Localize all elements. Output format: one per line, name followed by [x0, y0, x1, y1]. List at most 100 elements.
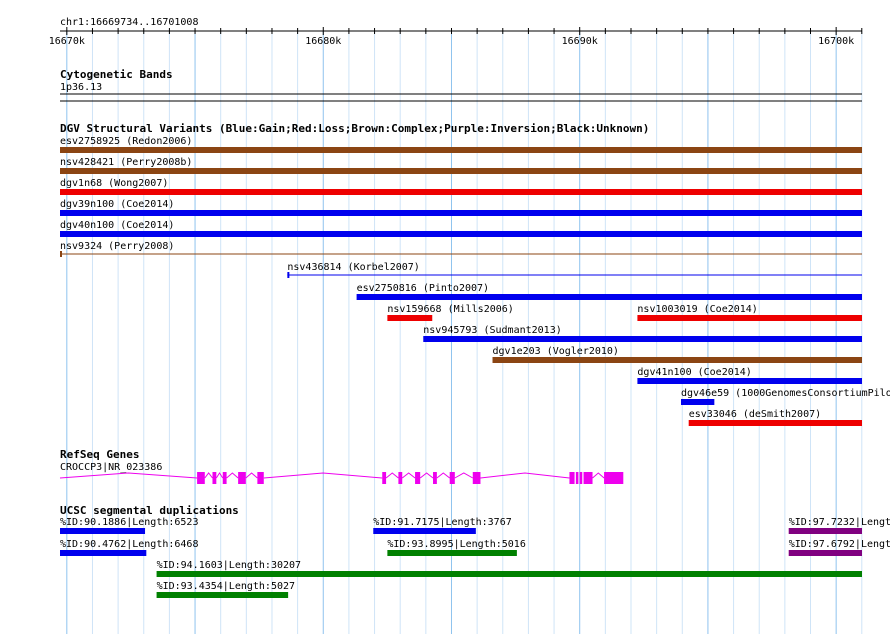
- segdup-feature-label: %ID:94.1603|Length:30207: [157, 560, 302, 571]
- segdup-feature-bar[interactable]: [156, 571, 863, 577]
- refseq-exon[interactable]: [257, 472, 264, 484]
- dgv-feature-bar[interactable]: [356, 294, 862, 300]
- ruler-location: chr1:16669734..16701008: [60, 17, 198, 28]
- refseq-exon[interactable]: [449, 472, 455, 484]
- segdup-feature-bar[interactable]: [156, 592, 289, 598]
- dgv-feature-bar[interactable]: [387, 315, 433, 321]
- dgv-track: DGV Structural Variants (Blue:Gain;Red:L…: [60, 122, 890, 426]
- dgv-feature[interactable]: dgv1n68 (Wong2007): [60, 178, 862, 195]
- dgv-feature[interactable]: esv2750816 (Pinto2007): [356, 283, 862, 300]
- dgv-track-title: DGV Structural Variants (Blue:Gain;Red:L…: [60, 122, 649, 135]
- refseq-intron: [59, 472, 198, 479]
- dgv-features: esv2758925 (Redon2006) nsv428421 (Perry20…: [60, 136, 890, 426]
- refseq-exon[interactable]: [604, 472, 624, 484]
- segdup-track: UCSC segmental duplications %ID:90.1886|…: [60, 504, 890, 598]
- segdup-feature[interactable]: %ID:90.4762|Length:6468: [60, 539, 198, 556]
- dgv-feature[interactable]: dgv41n100 (Coe2014): [637, 367, 862, 384]
- refseq-exon[interactable]: [238, 472, 246, 484]
- refseq-intron: [401, 472, 416, 479]
- refseq-gene-model[interactable]: [59, 472, 624, 484]
- refseq-exon[interactable]: [222, 472, 227, 484]
- segdup-feature-label: %ID:90.4762|Length:6468: [60, 539, 198, 550]
- segdup-feature-label: %ID:90.1886|Length:6523: [60, 517, 198, 528]
- dgv-feature-label: esv33046 (deSmith2007): [689, 409, 821, 420]
- dgv-feature-label: nsv945793 (Sudmant2013): [423, 325, 561, 336]
- refseq-exon[interactable]: [433, 472, 437, 484]
- dgv-feature-bar[interactable]: [681, 399, 715, 405]
- refseq-intron: [226, 472, 239, 479]
- dgv-feature-bar[interactable]: [60, 189, 862, 195]
- segdup-feature-label: %ID:93.4354|Length:5027: [157, 581, 295, 592]
- dgv-feature-label: nsv428421 (Perry2008b): [60, 157, 192, 168]
- refseq-exon[interactable]: [575, 472, 579, 484]
- refseq-intron: [480, 472, 570, 479]
- refseq-intron: [454, 472, 474, 479]
- dgv-feature-label: nsv1003019 (Coe2014): [637, 304, 757, 315]
- refseq-track: RefSeq Genes CROCCP3|NR_023386: [59, 448, 624, 484]
- dgv-feature-bar[interactable]: [60, 231, 862, 237]
- segdup-feature-bar[interactable]: [60, 528, 146, 534]
- dgv-feature[interactable]: nsv9324 (Perry2008): [60, 241, 862, 257]
- segdup-feature-label: %ID:97.7232|Length: [789, 517, 890, 528]
- refseq-exon[interactable]: [415, 472, 421, 484]
- segdup-feature[interactable]: %ID:97.7232|Length: [788, 517, 890, 534]
- dgv-feature[interactable]: dgv39n100 (Coe2014): [60, 199, 862, 216]
- dgv-feature-label: nsv436814 (Korbel2007): [287, 262, 419, 273]
- dgv-feature[interactable]: nsv436814 (Korbel2007): [287, 262, 862, 278]
- refseq-exon[interactable]: [472, 472, 481, 484]
- dgv-feature-bar[interactable]: [60, 210, 862, 216]
- segdup-feature[interactable]: %ID:90.1886|Length:6523: [60, 517, 198, 534]
- dgv-feature-bar[interactable]: [688, 420, 862, 426]
- ruler-tick-label: 16670k: [49, 36, 85, 47]
- segdup-feature[interactable]: %ID:91.7175|Length:3767: [373, 517, 512, 534]
- segdup-feature-bar[interactable]: [788, 528, 862, 534]
- dgv-feature[interactable]: nsv159668 (Mills2006): [387, 304, 514, 321]
- refseq-intron: [592, 472, 605, 479]
- ruler-track: chr1:16669734..16701008 16670k 16680k 1669…: [49, 17, 863, 47]
- dgv-feature[interactable]: dgv1e203 (Vogler2010): [492, 346, 862, 363]
- cytoband-track: Cytogenetic Bands 1p36.13: [60, 68, 862, 102]
- dgv-feature-bar[interactable]: [637, 315, 862, 321]
- dgv-feature-bar[interactable]: [637, 378, 862, 384]
- dgv-feature-marker: [287, 272, 290, 278]
- segdup-feature-bar[interactable]: [788, 550, 862, 556]
- dgv-feature-bar[interactable]: [60, 147, 862, 153]
- dgv-feature-bar[interactable]: [492, 357, 862, 363]
- refseq-exon[interactable]: [569, 472, 575, 484]
- dgv-feature[interactable]: dgv46e59 (1000GenomesConsortiumPilot: [681, 388, 890, 405]
- dgv-feature[interactable]: nsv945793 (Sudmant2013): [423, 325, 862, 342]
- refseq-exon[interactable]: [398, 472, 403, 484]
- segdup-feature[interactable]: %ID:97.6792|Length: [788, 539, 890, 556]
- dgv-feature[interactable]: nsv428421 (Perry2008b): [60, 157, 862, 174]
- refseq-exon[interactable]: [382, 472, 387, 484]
- segdup-feature-bar[interactable]: [60, 550, 147, 556]
- refseq-intron: [385, 472, 399, 479]
- refseq-intron: [245, 472, 258, 479]
- refseq-exon[interactable]: [197, 472, 205, 484]
- dgv-feature-label: dgv1n68 (Wong2007): [60, 178, 168, 189]
- dgv-feature[interactable]: nsv1003019 (Coe2014): [637, 304, 862, 321]
- dgv-feature[interactable]: dgv40n100 (Coe2014): [60, 220, 862, 237]
- segdup-feature-label: %ID:91.7175|Length:3767: [373, 517, 511, 528]
- dgv-feature-label: dgv1e203 (Vogler2010): [493, 346, 619, 357]
- refseq-exon[interactable]: [583, 472, 593, 484]
- refseq-intron: [419, 472, 434, 479]
- genome-track-canvas[interactable]: chr1:16669734..16701008 16670k 16680k 1669…: [0, 0, 890, 634]
- segdup-feature[interactable]: %ID:93.8995|Length:5016: [387, 539, 526, 556]
- dgv-feature-label: dgv39n100 (Coe2014): [60, 199, 174, 210]
- segdup-feature[interactable]: %ID:93.4354|Length:5027: [156, 581, 295, 598]
- refseq-intron: [204, 472, 213, 479]
- refseq-exon[interactable]: [212, 472, 217, 484]
- cytoband-label: 1p36.13: [60, 82, 102, 93]
- dgv-feature-marker: [60, 251, 62, 257]
- ruler-tick-label: 16700k: [818, 36, 854, 47]
- segdup-feature-bar[interactable]: [387, 550, 517, 556]
- ruler-tick-label: 16690k: [562, 36, 598, 47]
- refseq-gene-label: CROCCP3|NR_023386: [60, 462, 162, 473]
- dgv-feature[interactable]: esv2758925 (Redon2006): [60, 136, 862, 153]
- dgv-feature-bar[interactable]: [60, 168, 862, 174]
- segdup-feature[interactable]: %ID:94.1603|Length:30207: [156, 560, 863, 577]
- refseq-exon[interactable]: [579, 472, 583, 484]
- dgv-feature-bar[interactable]: [423, 336, 862, 342]
- segdup-feature-bar[interactable]: [373, 528, 476, 534]
